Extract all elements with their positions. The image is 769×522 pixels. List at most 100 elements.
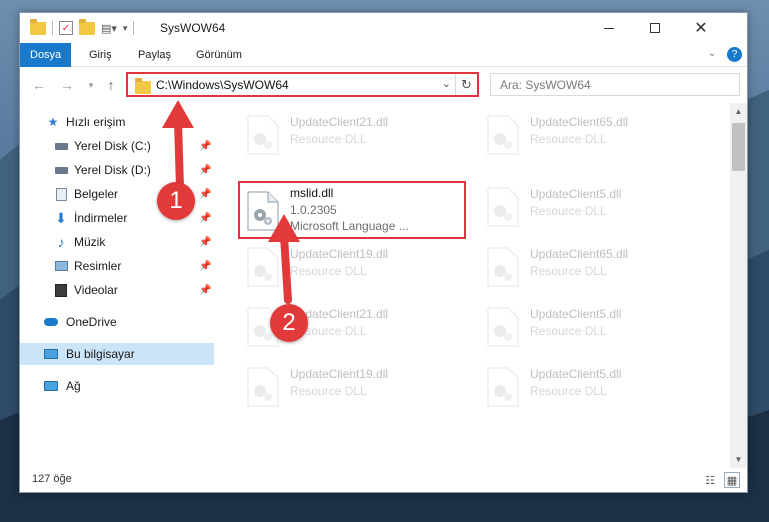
tab-file[interactable]: Dosya [20, 43, 72, 67]
chevron-down-icon: ▾ [88, 79, 94, 90]
help-icon[interactable]: ? [727, 47, 742, 62]
details-view-button[interactable]: ☷ [702, 472, 718, 488]
sidebar-item-this-pc[interactable]: Bu bilgisayar [20, 343, 214, 365]
pin-icon[interactable]: 📌 [199, 261, 211, 272]
sidebar-item-videos[interactable]: Videolar 📌 [20, 279, 214, 301]
sidebar-item-label: İndirmeler [74, 211, 128, 225]
sidebar-item-label: Yerel Disk (C:) [74, 139, 151, 153]
dll-file-icon [487, 187, 519, 227]
chevron-up-icon: ▲ [734, 107, 743, 116]
file-version: 1.0.2305 [290, 203, 337, 217]
tab-view[interactable]: Görünüm [186, 43, 252, 67]
file-name: UpdateClient65.dll [530, 115, 629, 129]
address-dropdown-icon[interactable]: ⌄ [442, 77, 451, 90]
star-icon: ★ [47, 115, 59, 129]
properties-icon[interactable]: ✓ [59, 21, 73, 35]
file-description: Microsoft Language ... [290, 219, 409, 233]
view-options-icon[interactable]: ▤▾ [101, 22, 117, 35]
network-icon [44, 379, 58, 393]
file-item[interactable]: UpdateClient19.dll Resource DLL [240, 241, 470, 291]
new-folder-icon[interactable] [79, 18, 95, 35]
music-icon: ♪ [57, 234, 65, 250]
status-bar: 127 öğe ☷ ▦ [20, 468, 747, 492]
forward-button[interactable]: → [58, 75, 76, 95]
title-bar: ✓ ▤▾ ▾ SysWOW64 ✕ [20, 13, 747, 43]
file-item-mslid[interactable]: mslid.dll 1.0.2305 Microsoft Language ..… [238, 181, 466, 239]
sidebar-item-label: Müzik [74, 235, 106, 249]
sidebar-item-drive-c[interactable]: Yerel Disk (C:) 📌 [20, 135, 214, 157]
item-count: 127 öğe [32, 473, 72, 485]
file-item[interactable]: UpdateClient19.dll Resource DLL [240, 361, 470, 411]
pin-icon[interactable]: 📌 [199, 285, 211, 296]
file-name: UpdateClient19.dll [290, 247, 389, 261]
sidebar-item-onedrive[interactable]: OneDrive [20, 311, 214, 333]
pin-icon[interactable]: 📌 [199, 213, 211, 224]
file-name: UpdateClient5.dll [530, 187, 622, 201]
tab-home[interactable]: Giriş [79, 43, 122, 67]
drive-icon [54, 163, 68, 177]
back-button[interactable]: ← [30, 75, 48, 95]
file-item[interactable]: UpdateClient5.dll Resource DLL [480, 361, 710, 411]
pin-icon[interactable]: 📌 [199, 189, 211, 200]
file-item[interactable]: UpdateClient5.dll Resource DLL [480, 181, 710, 231]
file-item[interactable]: UpdateClient65.dll Resource DLL [480, 109, 710, 159]
large-icons-view-button[interactable]: ▦ [724, 472, 740, 488]
pictures-icon [54, 259, 68, 273]
details-view-icon: ☷ [705, 474, 715, 487]
sidebar-item-network[interactable]: Ağ [20, 375, 214, 397]
file-type: Resource DLL [530, 324, 607, 338]
search-input[interactable]: Ara: SysWOW64 [490, 73, 740, 96]
dll-file-icon [247, 191, 279, 231]
forward-arrow-icon: → [60, 77, 74, 93]
refresh-button[interactable]: ↻ [455, 74, 477, 95]
file-name: UpdateClient5.dll [530, 367, 622, 381]
customize-dropdown-icon[interactable]: ▾ [123, 23, 128, 34]
scroll-up-button[interactable]: ▲ [730, 103, 747, 120]
sidebar-item-label: Belgeler [74, 187, 119, 201]
maximize-button[interactable] [632, 13, 678, 43]
address-bar[interactable]: C:\Windows\SysWOW64 ⌄ ↻ [126, 72, 479, 97]
navigation-pane: ★ Hızlı erişim Yerel Disk (C:) 📌 Yerel D… [20, 103, 214, 468]
file-type: Resource DLL [290, 384, 367, 398]
tab-share[interactable]: Paylaş [128, 43, 181, 67]
file-item[interactable]: UpdateClient65.dll Resource DLL [480, 241, 710, 291]
file-list: UpdateClient21.dll Resource DLL mslid.dl… [216, 103, 730, 468]
pin-icon[interactable]: 📌 [199, 165, 211, 176]
ribbon-expand-icon[interactable]: ⌄ [708, 48, 716, 59]
close-button[interactable]: ✕ [678, 13, 724, 43]
large-icons-view-icon: ▦ [726, 474, 738, 487]
file-type: Resource DLL [530, 384, 607, 398]
computer-icon [44, 347, 58, 361]
address-path: C:\Windows\SysWOW64 [156, 78, 289, 92]
file-item[interactable]: UpdateClient5.dll Resource DLL [480, 301, 710, 351]
explorer-window: ✓ ▤▾ ▾ SysWOW64 ✕ Dosya Giriş Paylaş Gör… [19, 12, 748, 493]
sidebar-item-drive-d[interactable]: Yerel Disk (D:) 📌 [20, 159, 214, 181]
file-type: Resource DLL [290, 132, 367, 146]
dll-file-icon [487, 307, 519, 347]
scroll-down-button[interactable]: ▼ [730, 451, 747, 468]
file-item[interactable]: UpdateClient21.dll Resource DLL [240, 109, 470, 159]
chevron-down-icon: ▼ [734, 455, 743, 464]
sidebar-item-label: Bu bilgisayar [66, 347, 135, 361]
sidebar-item-label: Resimler [74, 259, 122, 273]
vertical-scrollbar[interactable]: ▲ ▼ [730, 103, 747, 468]
pin-icon[interactable]: 📌 [199, 237, 211, 248]
file-type: Resource DLL [530, 204, 607, 218]
videos-icon [54, 283, 68, 297]
sidebar-item-quick-access[interactable]: ★ Hızlı erişim [20, 111, 214, 133]
sidebar-item-music[interactable]: ♪ Müzik 📌 [20, 231, 214, 253]
minimize-button[interactable] [586, 13, 632, 43]
download-icon: ⬇ [55, 209, 67, 226]
pin-icon[interactable]: 📌 [199, 141, 211, 152]
up-button[interactable]: ↑ [102, 75, 120, 95]
documents-icon [54, 187, 68, 201]
scrollbar-thumb[interactable] [732, 123, 745, 171]
toolbar-divider [52, 21, 53, 35]
quick-access-toolbar: ✓ ▤▾ ▾ [30, 18, 140, 37]
recent-locations-button[interactable]: ▾ [82, 75, 100, 95]
close-icon: ✕ [694, 20, 708, 37]
refresh-icon: ↻ [461, 76, 472, 92]
sidebar-item-pictures[interactable]: Resimler 📌 [20, 255, 214, 277]
window-title: SysWOW64 [160, 21, 226, 35]
sidebar-item-label: OneDrive [66, 315, 117, 329]
